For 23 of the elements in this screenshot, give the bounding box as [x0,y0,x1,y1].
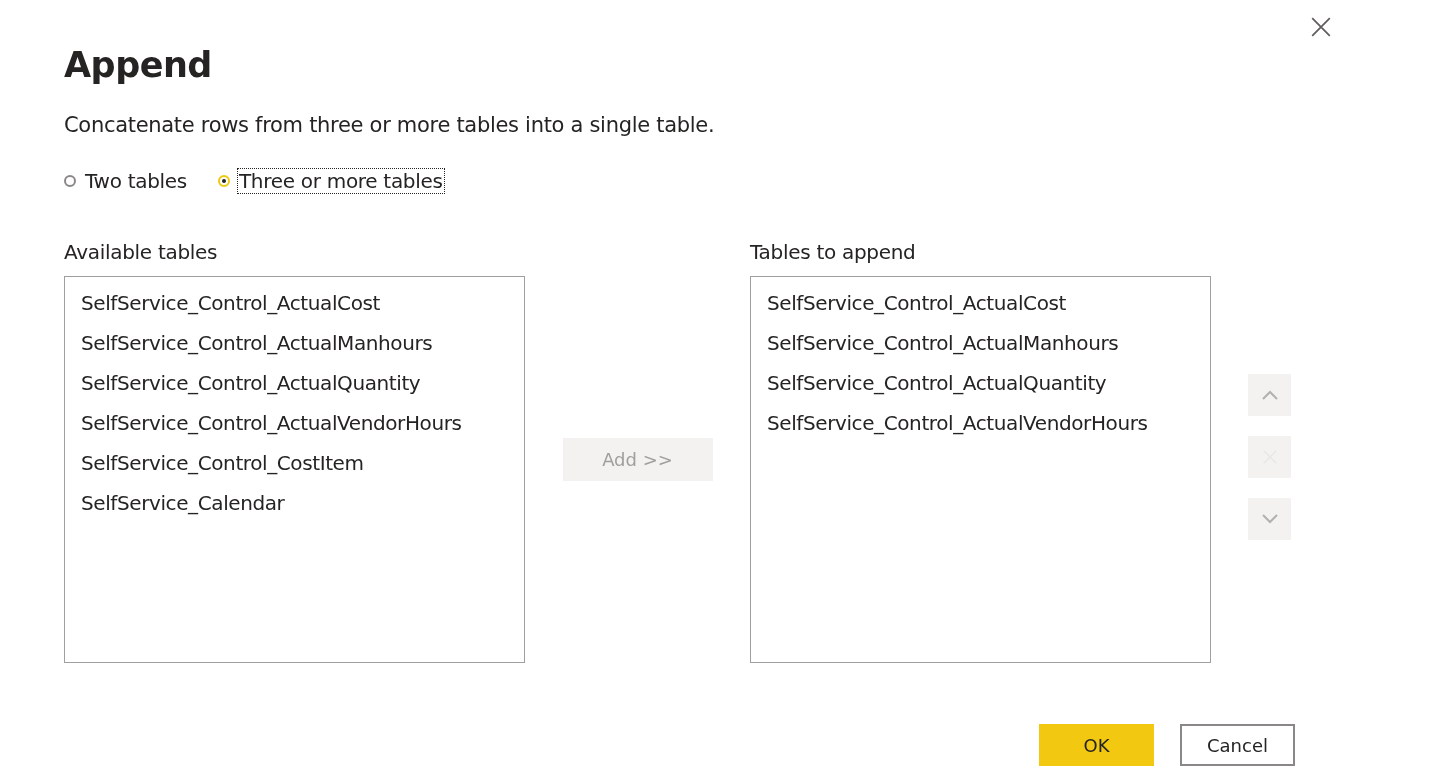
list-item[interactable]: SelfService_Control_ActualVendorHours [767,403,1148,443]
radio-label[interactable]: Two tables [84,169,188,193]
chevron-down-icon [1261,514,1278,524]
list-item[interactable]: SelfService_Control_ActualManhours [81,323,433,363]
radio-button[interactable] [64,175,76,187]
dialog-title: Append [64,44,213,87]
cancel-button[interactable]: Cancel [1180,724,1295,766]
list-item[interactable]: SelfService_Control_ActualQuantity [81,363,421,403]
radio-label[interactable]: Three or more tables [237,169,444,193]
dialog-description: Concatenate rows from three or more tables into a single table. [64,112,716,139]
list-item[interactable]: SelfService_Control_ActualVendorHours [81,403,462,443]
list-item[interactable]: SelfService_Calendar [81,483,285,523]
list-label: Tables to append [750,240,917,264]
list-label: Available tables [64,240,219,264]
list-item[interactable]: SelfService_Control_ActualCost [767,283,1066,323]
close-icon [1310,16,1332,38]
list-item[interactable]: SelfService_Control_CostItem [81,443,364,483]
chevron-up-icon [1261,390,1278,400]
radio-button[interactable] [217,175,230,187]
list-item[interactable]: SelfService_Control_ActualCost [81,283,380,323]
list-item[interactable]: SelfService_Control_ActualQuantity [767,363,1107,403]
ok-button[interactable]: OK [1039,724,1154,766]
list-item[interactable]: SelfService_Control_ActualManhours [767,323,1119,363]
